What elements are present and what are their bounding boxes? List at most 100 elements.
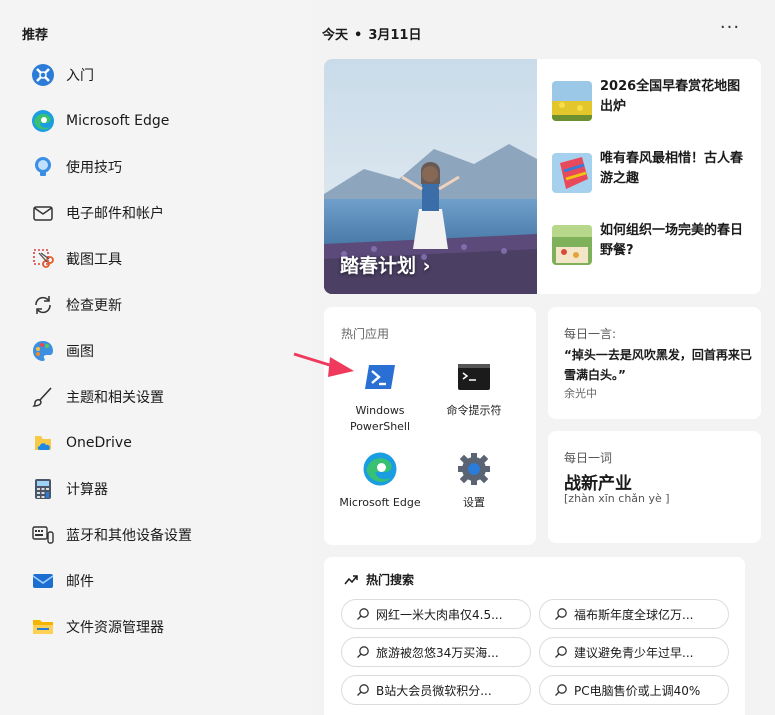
date-header: 今天 • 3月11日: [322, 24, 421, 43]
rec-item-label: 画图: [66, 344, 94, 360]
search-icon: [555, 608, 567, 620]
rec-item-get-started[interactable]: 入门: [30, 52, 290, 98]
search-icon: [555, 646, 567, 658]
quote-title: 每日一言:: [564, 327, 617, 341]
search-chip-label: 网红一米大肉串仅4.5...: [376, 607, 503, 622]
quote-text: “掉头一去是风吹黑发，回首再来已雪满白头。”: [564, 348, 752, 382]
popular-apps-card: 热门应用 Windows PowerShell 命令提示符 Microsoft …: [324, 307, 536, 545]
rec-item-snipping-tool[interactable]: 截图工具: [30, 236, 290, 282]
search-icon: [357, 608, 369, 620]
settings-gear-icon: [456, 451, 492, 487]
app-label: 设置: [463, 496, 485, 509]
rec-item-file-explorer[interactable]: 文件资源管理器: [30, 604, 290, 650]
rec-item-themes[interactable]: 主题和相关设置: [30, 374, 290, 420]
news-title: 唯有春风最相惜！古人春游之趣: [600, 151, 744, 186]
daily-word-card[interactable]: 每日一词 战新产业 [zhàn xīn chǎn yè ]: [548, 431, 761, 543]
search-chip[interactable]: 福布斯年度全球亿万...: [539, 599, 729, 629]
rec-item-mail[interactable]: 邮件: [30, 558, 290, 604]
news-item[interactable]: 2026全国早春赏花地图出炉: [552, 77, 752, 149]
flower-thumbnail: [552, 81, 592, 121]
app-command-prompt[interactable]: 命令提示符: [424, 359, 524, 419]
cmd-icon: [456, 359, 492, 395]
kite-thumbnail: [552, 153, 592, 193]
rec-item-bluetooth-devices[interactable]: 蓝牙和其他设备设置: [30, 512, 290, 558]
search-chip-label: 建议避免青少年过早...: [574, 645, 694, 660]
brush-icon: [30, 384, 56, 410]
hero-caption: 踏春计划 ›: [340, 255, 431, 277]
rec-item-edge[interactable]: Microsoft Edge: [30, 98, 290, 144]
word-pinyin: [zhàn xīn chǎn yè ]: [564, 492, 670, 505]
app-edge[interactable]: Microsoft Edge: [330, 451, 430, 511]
separator-dot: •: [354, 28, 363, 43]
recommended-pane: 推荐 入门 Microsoft Edge 使用技巧 电子邮件和帐户 截图工具 检…: [0, 0, 305, 715]
recommended-list: 入门 Microsoft Edge 使用技巧 电子邮件和帐户 截图工具 检查更新…: [30, 52, 290, 650]
news-list: 2026全国早春赏花地图出炉 唯有春风最相惜！古人春游之趣 如何组织一场完美的春…: [552, 77, 752, 293]
news-card: 踏春计划 › 2026全国早春赏花地图出炉 唯有春风最相惜！古人春游之趣 如何组…: [324, 59, 761, 294]
today-label: 今天: [322, 28, 349, 43]
recommended-title: 推荐: [22, 28, 49, 43]
keyboard-icon: [30, 522, 56, 548]
hot-search-card: 热门搜索 网红一米大肉串仅4.5... 福布斯年度全球亿万... 旅游被忽悠34…: [324, 557, 745, 715]
news-item[interactable]: 唯有春风最相惜！古人春游之趣: [552, 149, 752, 221]
search-chip-label: B站大会员微软积分...: [376, 683, 492, 698]
news-title: 如何组织一场完美的春日野餐?: [600, 223, 744, 258]
rec-item-label: 文件资源管理器: [66, 620, 164, 636]
quote-author: 余光中: [564, 387, 597, 400]
date-label: 3月11日: [368, 28, 422, 43]
news-item[interactable]: 如何组织一场完美的春日野餐?: [552, 221, 752, 293]
rec-item-label: 使用技巧: [66, 160, 122, 176]
annotation-arrow: [293, 352, 354, 377]
refresh-icon: [30, 292, 56, 318]
hot-search-header: 热门搜索: [344, 571, 414, 588]
trending-icon: [344, 574, 358, 584]
rec-item-check-updates[interactable]: 检查更新: [30, 282, 290, 328]
rec-item-label: 入门: [66, 68, 94, 84]
hero-story[interactable]: 踏春计划 ›: [324, 59, 537, 294]
edge-icon: [362, 451, 398, 487]
search-chip[interactable]: 网红一米大肉串仅4.5...: [341, 599, 531, 629]
app-settings[interactable]: 设置: [424, 451, 524, 511]
rec-item-label: 截图工具: [66, 252, 122, 268]
calculator-icon: [30, 476, 56, 502]
search-chip[interactable]: 旅游被忽悠34万买海...: [341, 637, 531, 667]
rec-item-calculator[interactable]: 计算器: [30, 466, 290, 512]
news-title: 2026全国早春赏花地图出炉: [600, 79, 741, 114]
app-label: 命令提示符: [446, 404, 502, 417]
tips-icon: [30, 154, 56, 180]
rec-item-onedrive[interactable]: OneDrive: [30, 420, 290, 466]
powershell-icon: [362, 359, 398, 395]
word-title: 每日一词: [564, 451, 613, 465]
rec-item-label: 蓝牙和其他设备设置: [66, 528, 192, 544]
get-started-icon: [30, 62, 56, 88]
popular-apps-title: 热门应用: [341, 327, 390, 341]
picnic-thumbnail: [552, 225, 592, 265]
rec-item-label: 检查更新: [66, 298, 122, 314]
widgets-pane: 今天 • 3月11日 ··· 踏春计划 › 2026全国早春赏花地图出炉 唯有春…: [305, 0, 775, 715]
rec-item-email-accounts[interactable]: 电子邮件和帐户: [30, 190, 290, 236]
rec-item-label: Microsoft Edge: [66, 113, 170, 129]
search-chip-label: 福布斯年度全球亿万...: [574, 607, 694, 622]
rec-item-label: 邮件: [66, 574, 94, 590]
edge-icon: [30, 108, 56, 134]
search-chip[interactable]: B站大会员微软积分...: [341, 675, 531, 705]
mail-app-icon: [30, 568, 56, 594]
rec-item-paint[interactable]: 画图: [30, 328, 290, 374]
rec-item-label: 主题和相关设置: [66, 390, 164, 406]
mail-outline-icon: [30, 200, 56, 226]
word-text: 战新产业: [564, 474, 632, 494]
search-chip-label: 旅游被忽悠34万买海...: [376, 645, 499, 660]
hot-search-title: 热门搜索: [366, 573, 415, 587]
search-chip[interactable]: PC电脑售价或上调40%: [539, 675, 729, 705]
rec-item-label: 计算器: [66, 482, 108, 498]
daily-quote-card[interactable]: 每日一言: “掉头一去是风吹黑发，回首再来已雪满白头。” 余光中: [548, 307, 761, 419]
paint-icon: [30, 338, 56, 364]
more-options-button[interactable]: ···: [718, 18, 742, 42]
search-chip-label: PC电脑售价或上调40%: [574, 683, 701, 698]
search-icon: [357, 646, 369, 658]
search-chip[interactable]: 建议避免青少年过早...: [539, 637, 729, 667]
search-icon: [357, 684, 369, 696]
rec-item-tips[interactable]: 使用技巧: [30, 144, 290, 190]
folder-icon: [30, 614, 56, 640]
snipping-tool-icon: [30, 246, 56, 272]
rec-item-label: 电子邮件和帐户: [66, 206, 164, 222]
